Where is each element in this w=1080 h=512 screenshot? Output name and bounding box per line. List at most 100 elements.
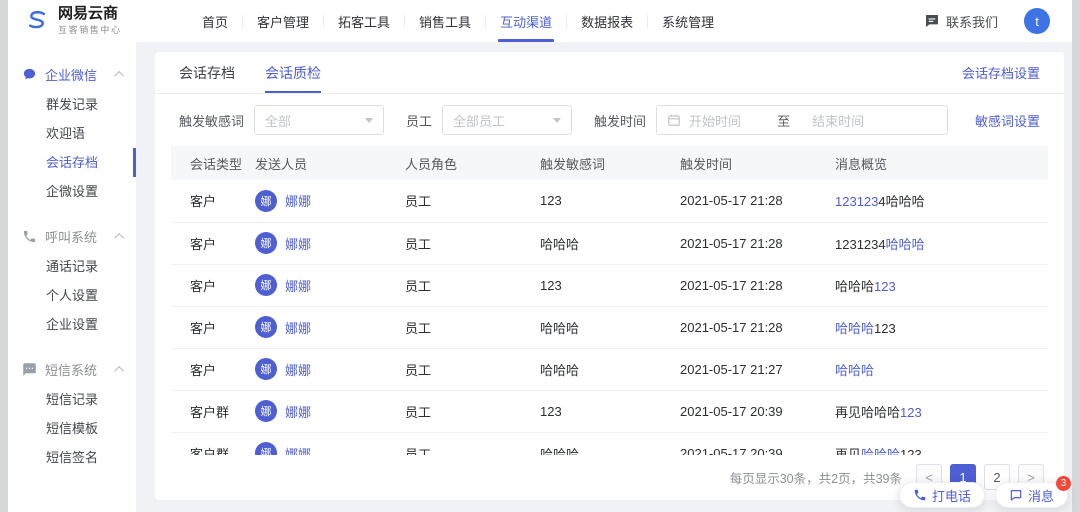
- nav-item-customer-management[interactable]: 客户管理: [243, 0, 323, 42]
- sender-name-link[interactable]: 娜娜: [285, 444, 311, 456]
- tab-chat-archive[interactable]: 会话存档: [179, 52, 235, 93]
- sidebar-item-wecom-settings[interactable]: 企微设置: [8, 177, 136, 206]
- sidebar-item-sms-signatures[interactable]: 短信签名: [8, 443, 136, 472]
- sidebar-item-group-send-records[interactable]: 群发记录: [8, 90, 136, 119]
- nav-item-prospecting-tools[interactable]: 拓客工具: [324, 0, 404, 42]
- start-time-placeholder: 开始时间: [689, 111, 741, 130]
- cell-role: 员工: [405, 390, 540, 432]
- contact-us-button[interactable]: 联系我们: [924, 12, 998, 31]
- sidebar-item-personal-settings[interactable]: 个人设置: [8, 281, 136, 310]
- message-button-label: 消息: [1028, 486, 1054, 505]
- sender-avatar: 娜: [255, 232, 277, 254]
- sidebar: 企业微信群发记录欢迎语会话存档企微设置呼叫系统通话记录个人设置企业设置短信系统短…: [8, 42, 136, 512]
- sidebar-item-sms-templates[interactable]: 短信模板: [8, 414, 136, 443]
- column-header: 触发时间: [680, 146, 835, 180]
- sidebar-item-chat-archive[interactable]: 会话存档: [8, 148, 136, 177]
- sender-avatar: 娜: [255, 358, 277, 380]
- sidebar-group-header-sms-system[interactable]: 短信系统: [8, 353, 136, 385]
- sms-icon: [22, 362, 37, 377]
- cell-message[interactable]: 1231234哈哈哈: [835, 180, 1048, 222]
- chevron-up-icon: [114, 232, 124, 242]
- message-badge: 3: [1056, 476, 1071, 491]
- cell-message[interactable]: 哈哈哈123: [835, 306, 1048, 348]
- cell-time: 2021-05-17 21:28: [680, 264, 835, 306]
- table-row[interactable]: 客户娜娜娜员工哈哈哈2021-05-17 21:281231234哈哈哈: [171, 222, 1048, 264]
- content-card: 会话存档会话质检 会话存档设置 触发敏感词 全部 员工 全部员工: [155, 52, 1064, 500]
- table-row[interactable]: 客户娜娜娜员工哈哈哈2021-05-17 21:28哈哈哈123: [171, 306, 1048, 348]
- message-text: 再见哈哈哈: [835, 405, 900, 420]
- nav-item-system-management[interactable]: 系统管理: [648, 0, 728, 42]
- message-highlight: 哈哈哈: [886, 237, 925, 252]
- message-highlight: 哈哈哈: [835, 321, 874, 336]
- sender-cell: 娜娜娜: [255, 358, 405, 380]
- sidebar-item-welcome-message[interactable]: 欢迎语: [8, 119, 136, 148]
- staff-value: 全部员工: [453, 111, 505, 130]
- column-header: 发送人员: [255, 146, 405, 180]
- nav-item-engagement-channels[interactable]: 互动渠道: [486, 0, 566, 42]
- column-header: 会话类型: [171, 146, 255, 180]
- sender-name-link[interactable]: 娜娜: [285, 318, 311, 337]
- sender-name-link[interactable]: 娜娜: [285, 276, 311, 295]
- pagination-summary: 每页显示30条，共2页，共39条: [730, 468, 902, 487]
- floating-actions: 打电话 消息 3: [899, 482, 1068, 508]
- table-row[interactable]: 客户群娜娜娜员工哈哈哈2021-05-17 20:39再见哈哈哈123: [171, 432, 1048, 455]
- user-avatar[interactable]: t: [1024, 8, 1050, 34]
- nav-item-label: 互动渠道: [500, 12, 552, 31]
- table-container: 会话类型发送人员人员角色触发敏感词触发时间消息概览 客户娜娜娜员工1232021…: [171, 146, 1048, 455]
- sensitive-word-select[interactable]: 全部: [254, 105, 384, 135]
- message-button[interactable]: 消息 3: [995, 482, 1068, 508]
- cell-sender: 娜娜娜: [255, 180, 405, 222]
- message-text: 1231234: [835, 237, 886, 252]
- nav-item-sales-tools[interactable]: 销售工具: [405, 0, 485, 42]
- sender-cell: 娜娜娜: [255, 316, 405, 338]
- cell-message[interactable]: 哈哈哈: [835, 348, 1048, 390]
- cell-keyword: 哈哈哈: [540, 306, 680, 348]
- sidebar-item-enterprise-settings[interactable]: 企业设置: [8, 310, 136, 339]
- cell-message[interactable]: 再见哈哈哈123: [835, 432, 1048, 455]
- call-button[interactable]: 打电话: [899, 482, 985, 508]
- cell-message[interactable]: 哈哈哈123: [835, 264, 1048, 306]
- sidebar-group-label: 短信系统: [45, 360, 97, 379]
- table-row[interactable]: 客户娜娜娜员工1232021-05-17 21:281231234哈哈哈: [171, 180, 1048, 222]
- sender-name-link[interactable]: 娜娜: [285, 191, 311, 210]
- sidebar-group-call-system: 呼叫系统通话记录个人设置企业设置: [8, 220, 136, 339]
- sidebar-group-header-enterprise-wechat[interactable]: 企业微信: [8, 58, 136, 90]
- cell-time: 2021-05-17 20:39: [680, 432, 835, 455]
- sender-name-link[interactable]: 娜娜: [285, 360, 311, 379]
- staff-select[interactable]: 全部员工: [442, 105, 572, 135]
- chat-quality-table: 会话类型发送人员人员角色触发敏感词触发时间消息概览 客户娜娜娜员工1232021…: [171, 146, 1048, 455]
- sender-name-link[interactable]: 娜娜: [285, 402, 311, 421]
- column-header: 消息概览: [835, 146, 1048, 180]
- topbar-right: 联系我们 t: [924, 0, 1072, 42]
- phone-icon: [22, 229, 37, 244]
- nav-item-home[interactable]: 首页: [188, 0, 242, 42]
- cell-chat-type: 客户: [171, 306, 255, 348]
- table-row[interactable]: 客户群娜娜娜员工1232021-05-17 20:39再见哈哈哈123: [171, 390, 1048, 432]
- table-row[interactable]: 客户娜娜娜员工哈哈哈2021-05-17 21:27哈哈哈: [171, 348, 1048, 390]
- cell-sender: 娜娜娜: [255, 390, 405, 432]
- nav-item-label: 客户管理: [257, 12, 309, 31]
- sidebar-item-sms-records[interactable]: 短信记录: [8, 385, 136, 414]
- sender-avatar: 娜: [255, 316, 277, 338]
- sensitive-word-settings-link[interactable]: 敏感词设置: [975, 111, 1040, 130]
- tab-chat-quality-check[interactable]: 会话质检: [265, 52, 321, 93]
- sidebar-group-sms-system: 短信系统短信记录短信模板短信签名: [8, 353, 136, 472]
- sender-name-link[interactable]: 娜娜: [285, 234, 311, 253]
- archive-settings-link[interactable]: 会话存档设置: [962, 52, 1040, 93]
- cell-keyword: 123: [540, 180, 680, 222]
- cell-sender: 娜娜娜: [255, 432, 405, 455]
- sidebar-item-call-records[interactable]: 通话记录: [8, 252, 136, 281]
- column-header: 触发敏感词: [540, 146, 680, 180]
- cell-message[interactable]: 再见哈哈哈123: [835, 390, 1048, 432]
- end-time-placeholder: 结束时间: [812, 111, 864, 130]
- top-header: 网易云商 互客销售中心 首页客户管理拓客工具销售工具互动渠道数据报表系统管理 联…: [8, 0, 1072, 42]
- time-range-input[interactable]: 开始时间 至 结束时间: [656, 105, 948, 135]
- cell-message[interactable]: 1231234哈哈哈: [835, 222, 1048, 264]
- message-text: 4哈哈哈: [878, 194, 924, 209]
- table-row[interactable]: 客户娜娜娜员工1232021-05-17 21:28哈哈哈123: [171, 264, 1048, 306]
- cell-sender: 娜娜娜: [255, 222, 405, 264]
- message-highlight: 哈哈哈: [835, 363, 874, 378]
- sidebar-group-header-call-system[interactable]: 呼叫系统: [8, 220, 136, 252]
- sender-cell: 娜娜娜: [255, 274, 405, 296]
- nav-item-data-reports[interactable]: 数据报表: [567, 0, 647, 42]
